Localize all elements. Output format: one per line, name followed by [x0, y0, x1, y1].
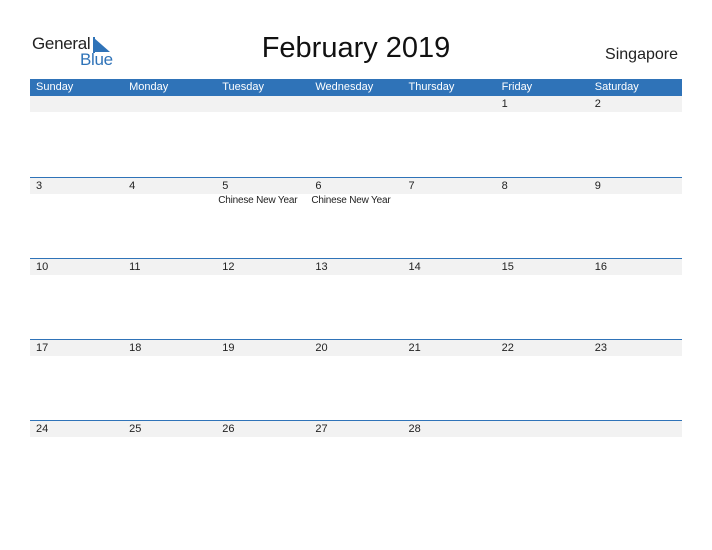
- day-cell: [496, 421, 589, 502]
- day-cell: [30, 96, 123, 177]
- day-number: 16: [594, 261, 607, 273]
- day-cell: 21: [403, 340, 496, 421]
- day-cell: 6 Chinese New Year: [309, 178, 402, 259]
- day-cell: 27: [309, 421, 402, 502]
- day-cell: 15: [496, 259, 589, 340]
- day-number: 21: [408, 342, 421, 354]
- day-number: 18: [129, 342, 142, 354]
- day-cell: 22: [496, 340, 589, 421]
- day-cell: 13: [309, 259, 402, 340]
- day-cell: [309, 96, 402, 177]
- weekday-monday: Monday: [129, 81, 169, 93]
- day-cell: 2: [589, 96, 682, 177]
- weekday-friday: Friday: [501, 81, 533, 93]
- day-cell: 26: [216, 421, 309, 502]
- day-cell: 4: [123, 178, 216, 259]
- day-cell: 9: [589, 178, 682, 259]
- day-cell: 28: [403, 421, 496, 502]
- day-number: 10: [36, 261, 49, 273]
- day-cell: 19: [216, 340, 309, 421]
- week-row: 3 4 5 Chinese New Year 6 Chinese New Year 7 8 9: [30, 177, 682, 259]
- day-cell: [123, 96, 216, 177]
- day-cell: 5 Chinese New Year: [216, 178, 309, 259]
- day-number: 15: [501, 261, 514, 273]
- day-number: 2: [594, 98, 601, 110]
- day-cell: 12: [216, 259, 309, 340]
- day-number: 14: [408, 261, 421, 273]
- day-cell: 25: [123, 421, 216, 502]
- holiday-event: Chinese New Year: [311, 195, 391, 206]
- day-cell: 17: [30, 340, 123, 421]
- day-number: 12: [222, 261, 235, 273]
- day-cell: [403, 96, 496, 177]
- day-number: 3: [36, 180, 43, 192]
- day-number: 6: [315, 180, 322, 192]
- weekday-wednesday: Wednesday: [315, 81, 374, 93]
- day-cell: [589, 421, 682, 502]
- day-cell: 10: [30, 259, 123, 340]
- day-number: 26: [222, 423, 235, 435]
- week-row: 24 25 26 27 28: [30, 420, 682, 502]
- day-cell: 1: [496, 96, 589, 177]
- day-number: 1: [501, 98, 508, 110]
- day-cell: 11: [123, 259, 216, 340]
- weekday-tuesday: Tuesday: [222, 81, 265, 93]
- day-cell: 7: [403, 178, 496, 259]
- day-number: 25: [129, 423, 142, 435]
- day-number: 9: [594, 180, 601, 192]
- day-number: 13: [315, 261, 328, 273]
- day-number: 17: [36, 342, 49, 354]
- day-number: 11: [129, 261, 141, 273]
- weekday-header: Sunday Monday Tuesday Wednesday Thursday…: [30, 79, 682, 96]
- day-number: 24: [36, 423, 49, 435]
- day-number: 20: [315, 342, 328, 354]
- week-row: 17 18 19 20 21 22 23: [30, 339, 682, 421]
- day-number: 28: [408, 423, 421, 435]
- day-number: 23: [594, 342, 607, 354]
- holiday-event: Chinese New Year: [218, 195, 298, 206]
- day-number: 22: [501, 342, 514, 354]
- day-cell: 23: [589, 340, 682, 421]
- day-number: 7: [408, 180, 415, 192]
- weekday-thursday: Thursday: [408, 81, 455, 93]
- day-number: 27: [315, 423, 328, 435]
- day-cell: 8: [496, 178, 589, 259]
- day-cell: [216, 96, 309, 177]
- day-cell: 14: [403, 259, 496, 340]
- day-cell: 18: [123, 340, 216, 421]
- day-cell: 20: [309, 340, 402, 421]
- day-number: 4: [129, 180, 136, 192]
- week-row: 12: [30, 96, 682, 177]
- weekday-saturday: Saturday: [594, 81, 639, 93]
- day-number: 19: [222, 342, 235, 354]
- weekday-sunday: Sunday: [36, 81, 74, 93]
- day-cell: 24: [30, 421, 123, 502]
- country-label: Singapore: [605, 46, 678, 63]
- day-cell: 16: [589, 259, 682, 340]
- day-number: 8: [501, 180, 508, 192]
- day-number: 5: [222, 180, 229, 192]
- week-row: 10 11 12 13 14 15 16: [30, 258, 682, 340]
- day-cell: 3: [30, 178, 123, 259]
